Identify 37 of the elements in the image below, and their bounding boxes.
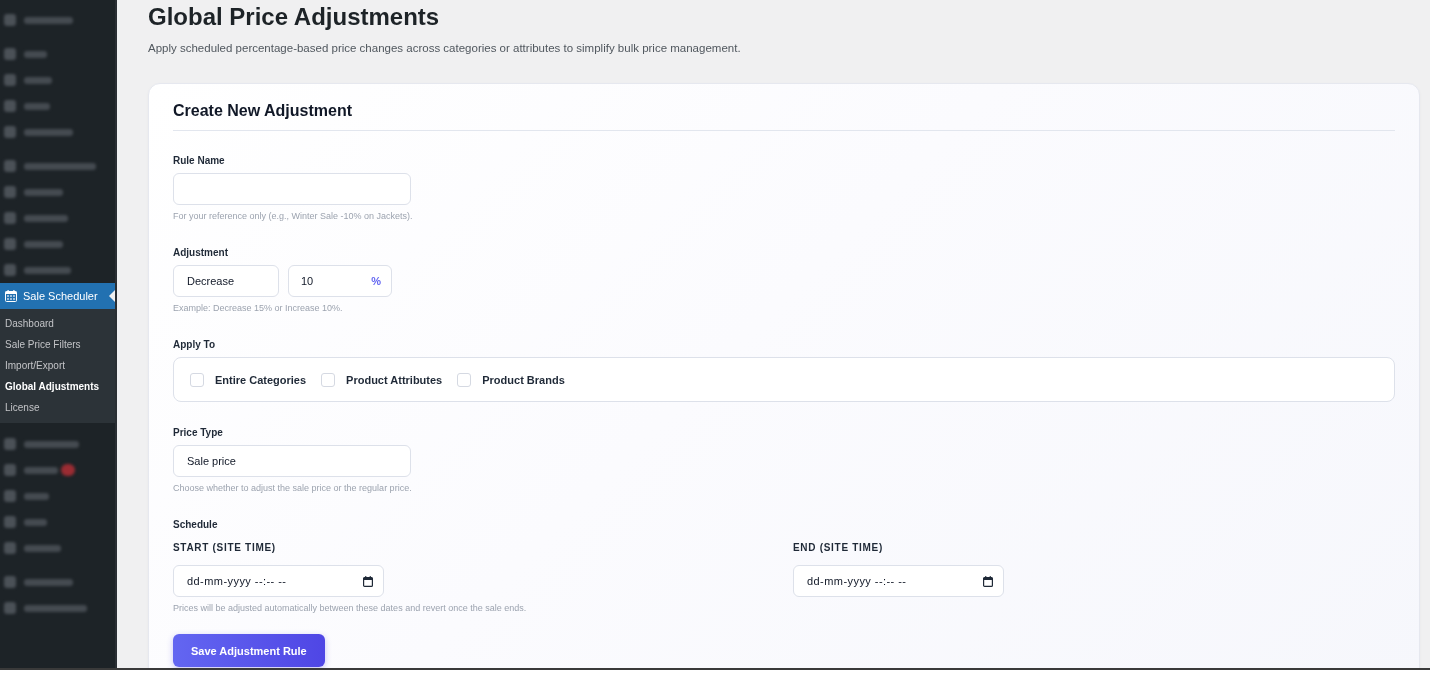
help-text: For your reference only (e.g., Winter Sale -10% on Jackets). [173,210,413,222]
section-label: Schedule [173,519,218,531]
submenu-item[interactable]: Global Adjustments [0,376,115,397]
checkbox-label[interactable]: Entire Categories [215,373,307,386]
calendar-icon[interactable] [983,575,993,587]
save-button[interactable]: Save Adjustment Rule [173,634,325,667]
submenu-item[interactable]: Sale Price Filters [0,334,115,355]
dropdown[interactable]: Decrease [173,265,279,297]
page-description: Apply scheduled percentage-based price changes across categories or attributes to simplify bulk price management. [148,41,742,55]
menu-item[interactable]: Sale Scheduler [0,283,115,309]
submenu-item[interactable]: Dashboard [0,313,115,334]
field-label: Adjustment [173,247,228,259]
page-title: Global Price Adjustments [148,3,441,31]
date-time-field[interactable]: dd-mm-yyyy --:-- -- [793,565,1004,597]
checkbox[interactable] [190,372,204,387]
checkbox-label[interactable]: Product Brands [482,373,565,386]
percent-sign: % [371,275,381,287]
field-label: START (SITE TIME) [173,542,276,554]
calendar-icon[interactable] [363,575,373,587]
percentage-field[interactable]: 10 % [288,265,392,297]
checkbox-label[interactable]: Product Attributes [346,373,443,386]
checkbox[interactable] [321,372,336,387]
submenu-item[interactable]: License [0,397,115,418]
field-label: Price Type [173,427,223,439]
date-time-field[interactable]: dd-mm-yyyy --:-- -- [173,565,384,597]
field-label: END (SITE TIME) [793,542,883,554]
checkbox[interactable] [457,372,472,387]
dropdown[interactable]: Sale price [173,445,411,477]
field-label: Rule Name [173,155,225,167]
field-label: Apply To [173,339,216,351]
card-heading: Create New Adjustment [173,101,1395,131]
help-text: Choose whether to adjust the sale price or the regular price. [173,482,412,494]
input-field[interactable] [173,173,411,205]
calendar-icon [5,290,17,302]
help-text: Prices will be adjusted automatically between these dates and revert once the sale ends. [173,602,527,614]
help-text: Example: Decrease 15% or Increase 10%. [173,302,343,314]
submenu-item[interactable]: Import/Export [0,355,115,376]
